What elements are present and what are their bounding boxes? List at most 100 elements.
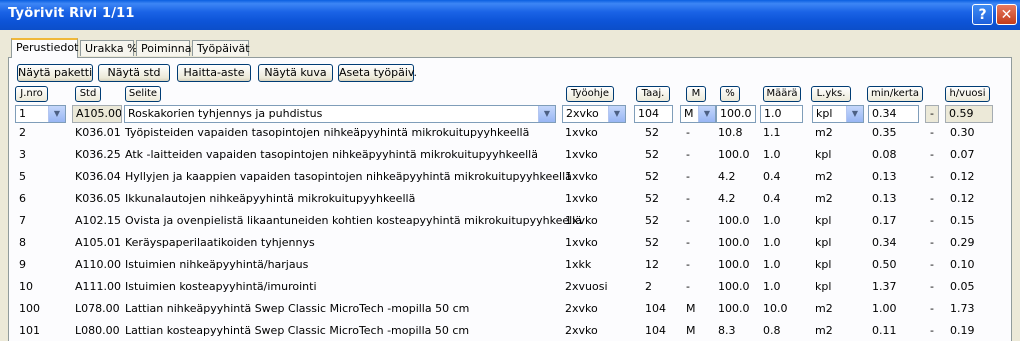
row-cell-selite: Lattian kosteapyyhintä Swep Classic Micr…: [125, 324, 470, 337]
table-row[interactable]: 5 K036.04 Hyllyjen ja kaappien vapaiden ta…: [0, 166, 1020, 188]
row-cell-hvuosi: 0.07: [950, 148, 975, 161]
row-cell-maara: 1.0: [763, 214, 781, 227]
chevron-down-icon[interactable]: ▼: [48, 106, 65, 122]
table-row[interactable]: 8 A105.01 Keräyspaperilaatikoiden tyhjenny…: [0, 232, 1020, 254]
row-cell-std: K036.05: [75, 192, 121, 205]
row-cell-maara: 0.4: [763, 170, 781, 183]
tab-perustiedot[interactable]: Perustiedot: [11, 38, 78, 58]
tyoohje-combo[interactable]: 2xvko ▼: [562, 105, 626, 123]
row-cell-lyks: kpl: [815, 236, 832, 249]
col-header-m[interactable]: M: [686, 86, 706, 102]
row-cell-pct: 4.2: [718, 192, 736, 205]
row-cell-pct: 100.0: [718, 148, 750, 161]
chevron-down-icon[interactable]: ▼: [846, 106, 863, 122]
m-value: M: [684, 107, 694, 120]
row-cell-lyks: kpl: [815, 214, 832, 227]
table-row[interactable]: 100 L078.00 Lattian nihkeäpyyhintä Swep Cl…: [0, 298, 1020, 320]
row-cell-selite: Lattian nihkeäpyyhintä Swep Classic Micr…: [125, 302, 470, 315]
dash-field: -: [925, 105, 939, 123]
jnro-combo[interactable]: 1 ▼: [15, 105, 66, 123]
m-combo[interactable]: M ▼: [680, 105, 716, 123]
row-cell-taaj: 104: [645, 302, 666, 315]
row-cell-std: K036.01: [75, 126, 121, 139]
row-cell-dash: -: [930, 148, 934, 161]
row-cell-minkerta: 0.35: [872, 126, 897, 139]
row-cell-taaj: 52: [645, 192, 659, 205]
lyks-value: kpl: [816, 107, 833, 120]
pct-field[interactable]: 100.0: [716, 105, 756, 123]
row-cell-pct: 100.0: [718, 236, 750, 249]
col-header-tyoohje[interactable]: Työohje: [566, 86, 614, 102]
row-cell-dash: -: [930, 170, 934, 183]
chevron-down-icon[interactable]: ▼: [698, 106, 715, 122]
tab-urakka[interactable]: Urakka %: [80, 40, 138, 56]
row-cell-std: A110.00: [75, 258, 122, 271]
col-header-hvuosi[interactable]: h/vuosi: [945, 86, 990, 102]
table-row[interactable]: 6 K036.05 Ikkunalautojen nihkeäpyyhintä mi…: [0, 188, 1020, 210]
close-button[interactable]: ✕: [996, 4, 1017, 25]
row-cell-lyks: m2: [815, 170, 833, 183]
row-cell-m: -: [686, 148, 690, 161]
col-header-lyks[interactable]: L.yks.: [811, 86, 851, 102]
row-cell-lyks: m2: [815, 192, 833, 205]
col-header-pct[interactable]: %: [720, 86, 740, 102]
table-row[interactable]: 101 L080.00 Lattian kosteapyyhintä Swep Cl…: [0, 320, 1020, 341]
haitta-aste-button[interactable]: Haitta-aste: [177, 64, 251, 82]
row-cell-m: -: [686, 170, 690, 183]
row-cell-std: L078.00: [75, 302, 120, 315]
table-row[interactable]: 3 K036.25 Atk -laitteiden vapaiden tasopin…: [0, 144, 1020, 166]
table-row[interactable]: 7 A102.15 Ovista ja ovenpielistä likaantun…: [0, 210, 1020, 232]
maara-field[interactable]: 1.0: [760, 105, 803, 123]
hvuosi-field: 0.59: [945, 105, 993, 123]
row-cell-maara: 0.4: [763, 192, 781, 205]
nayta-paketti-button[interactable]: Näytä paketti: [17, 64, 93, 82]
tab-poiminnat[interactable]: Poiminnat: [136, 40, 196, 56]
aseta-tyopaiv-button[interactable]: Aseta työpäiv.: [338, 64, 417, 82]
row-cell-dash: -: [930, 214, 934, 227]
chevron-down-icon[interactable]: ▼: [538, 106, 555, 122]
tab-tyopaivat[interactable]: Työpäivät: [192, 40, 250, 56]
help-button[interactable]: ?: [972, 4, 993, 25]
row-cell-dash: -: [930, 258, 934, 271]
table-row[interactable]: 2 K036.01 Työpisteiden vapaiden tasopintoj…: [0, 122, 1020, 144]
nayta-kuva-button[interactable]: Näytä kuva: [258, 64, 333, 82]
row-cell-minkerta: 0.13: [872, 170, 897, 183]
row-cell-dash: -: [930, 280, 934, 293]
tyoohje-value: 2xvko: [566, 107, 599, 120]
col-header-taaj[interactable]: Taaj.: [636, 86, 670, 102]
row-cell-lyks: m2: [815, 324, 833, 337]
nayta-std-button[interactable]: Näytä std: [98, 64, 170, 82]
table-row[interactable]: 10 A111.00 Istuimien kosteapyyhintä/imuroi…: [0, 276, 1020, 298]
row-cell-selite: Hyllyjen ja kaappien vapaiden tasopintoj…: [125, 170, 572, 183]
col-header-maara[interactable]: Määrä: [763, 86, 801, 102]
minkerta-field[interactable]: 0.34: [868, 105, 919, 123]
row-cell-hvuosi: 0.30: [950, 126, 975, 139]
row-cell-m: M: [686, 324, 696, 337]
row-cell-tyoohje: 1xvko: [565, 170, 598, 183]
chevron-down-icon[interactable]: ▼: [608, 106, 625, 122]
selite-combo[interactable]: Roskakorien tyhjennys ja puhdistus ▼: [124, 105, 556, 123]
col-header-minkerta[interactable]: min/kerta: [867, 86, 923, 102]
table-row[interactable]: 9 A110.00 Istuimien nihkeäpyyhintä/harjaus…: [0, 254, 1020, 276]
row-cell-tyoohje: 1xvko: [565, 192, 598, 205]
row-cell-lyks: m2: [815, 302, 833, 315]
lyks-combo[interactable]: kpl ▼: [812, 105, 864, 123]
col-header-selite[interactable]: Selite: [125, 86, 161, 102]
row-cell-jnro: 6: [19, 192, 26, 205]
col-header-jnro[interactable]: J.nro: [15, 86, 48, 102]
row-cell-hvuosi: 0.10: [950, 258, 975, 271]
row-cell-taaj: 12: [645, 258, 659, 271]
row-cell-minkerta: 0.34: [872, 236, 897, 249]
row-cell-taaj: 52: [645, 126, 659, 139]
row-cell-maara: 1.0: [763, 258, 781, 271]
row-cell-tyoohje: 1xvko: [565, 148, 598, 161]
row-cell-pct: 8.3: [718, 324, 736, 337]
row-cell-tyoohje: 1xvko: [565, 236, 598, 249]
col-header-std[interactable]: Std: [75, 86, 101, 102]
row-cell-taaj: 52: [645, 148, 659, 161]
row-cell-dash: -: [930, 236, 934, 249]
row-cell-hvuosi: 0.15: [950, 214, 975, 227]
taaj-field[interactable]: 104: [634, 105, 673, 123]
row-cell-jnro: 101: [19, 324, 40, 337]
row-cell-lyks: kpl: [815, 258, 832, 271]
